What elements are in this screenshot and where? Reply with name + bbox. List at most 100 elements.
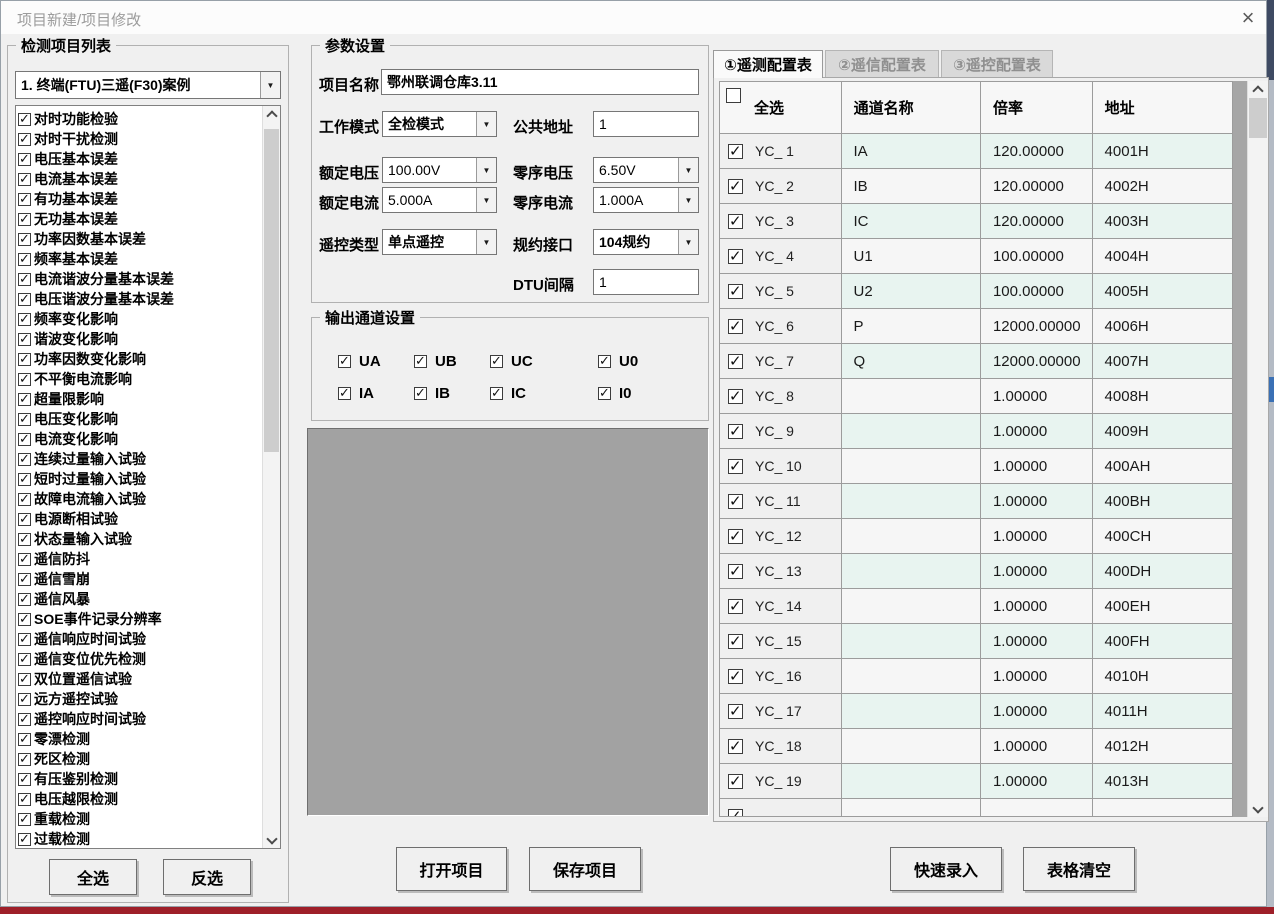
- row-select-cell[interactable]: YC_ 19: [720, 764, 842, 799]
- row-checkbox-icon[interactable]: [728, 809, 743, 817]
- list-item[interactable]: 有压鉴别检测: [18, 769, 262, 789]
- row-checkbox-icon[interactable]: [728, 284, 743, 299]
- channel-name-cell[interactable]: [842, 659, 981, 694]
- checkbox-checked-icon[interactable]: [338, 355, 351, 368]
- list-item[interactable]: 电流基本误差: [18, 169, 262, 189]
- ratio-cell[interactable]: 120.00000: [981, 169, 1093, 204]
- channel-name-cell[interactable]: [842, 764, 981, 799]
- channel-name-cell[interactable]: [842, 379, 981, 414]
- list-scrollbar-thumb[interactable]: [264, 129, 279, 452]
- address-cell[interactable]: 4007H: [1093, 344, 1232, 379]
- select-all-button[interactable]: 全选: [49, 859, 137, 895]
- ratio-cell[interactable]: 100.00000: [981, 274, 1093, 309]
- dropdown-arrow-icon[interactable]: [476, 112, 496, 136]
- scroll-down-icon[interactable]: [1248, 801, 1268, 817]
- ratio-cell[interactable]: 1.00000: [981, 414, 1093, 449]
- channel-name-cell[interactable]: [842, 729, 981, 764]
- row-checkbox-icon[interactable]: [728, 319, 743, 334]
- checkbox-checked-icon[interactable]: [18, 373, 31, 386]
- row-checkbox-icon[interactable]: [728, 599, 743, 614]
- checkbox-checked-icon[interactable]: [18, 833, 31, 846]
- checkbox-checked-icon[interactable]: [338, 387, 351, 400]
- ratio-cell[interactable]: 1.00000: [981, 449, 1093, 484]
- row-checkbox-icon[interactable]: [728, 704, 743, 719]
- checkbox-checked-icon[interactable]: [18, 233, 31, 246]
- ratio-cell[interactable]: 1.00000: [981, 379, 1093, 414]
- address-cell[interactable]: 4008H: [1093, 379, 1232, 414]
- channel-name-cell[interactable]: P: [842, 309, 981, 344]
- channel-name-cell[interactable]: [842, 414, 981, 449]
- checkbox-checked-icon[interactable]: [18, 333, 31, 346]
- channel-name-cell[interactable]: [842, 799, 981, 817]
- channel-checkbox-ub[interactable]: UB: [414, 353, 457, 369]
- address-cell[interactable]: 400FH: [1093, 624, 1232, 659]
- address-cell[interactable]: 4004H: [1093, 239, 1232, 274]
- row-select-cell[interactable]: YC_ 14: [720, 589, 842, 624]
- row-select-cell[interactable]: YC_ 8: [720, 379, 842, 414]
- address-cell[interactable]: 4001H: [1093, 134, 1232, 169]
- checkbox-checked-icon[interactable]: [490, 387, 503, 400]
- row-select-cell[interactable]: YC_ 12: [720, 519, 842, 554]
- checkbox-checked-icon[interactable]: [18, 193, 31, 206]
- checkbox-checked-icon[interactable]: [18, 253, 31, 266]
- row-select-cell[interactable]: YC_ 5: [720, 274, 842, 309]
- ratio-cell[interactable]: 1.00000: [981, 694, 1093, 729]
- title-bar[interactable]: 项目新建/项目修改: [1, 1, 1266, 34]
- list-item[interactable]: 遥信风暴: [18, 589, 262, 609]
- dropdown-arrow-icon[interactable]: [678, 158, 698, 182]
- list-item[interactable]: 功率因数变化影响: [18, 349, 262, 369]
- channel-name-cell[interactable]: U2: [842, 274, 981, 309]
- list-item[interactable]: 电源断相试验: [18, 509, 262, 529]
- channel-name-cell[interactable]: [842, 519, 981, 554]
- channel-name-cell[interactable]: [842, 694, 981, 729]
- row-checkbox-icon[interactable]: [728, 774, 743, 789]
- scroll-down-icon[interactable]: [263, 832, 280, 848]
- zero-seq-current-select[interactable]: 1.000A: [593, 187, 699, 213]
- list-item[interactable]: 电流谐波分量基本误差: [18, 269, 262, 289]
- row-checkbox-icon[interactable]: [728, 144, 743, 159]
- row-checkbox-icon[interactable]: [728, 459, 743, 474]
- address-cell[interactable]: [1093, 799, 1232, 817]
- channel-checkbox-i0[interactable]: I0: [598, 385, 632, 401]
- address-cell[interactable]: 4005H: [1093, 274, 1232, 309]
- rated-current-select[interactable]: 5.000A: [382, 187, 497, 213]
- checkbox-checked-icon[interactable]: [414, 355, 427, 368]
- ratio-cell[interactable]: [981, 799, 1093, 817]
- list-item[interactable]: 遥信变位优先检测: [18, 649, 262, 669]
- list-item[interactable]: 电压基本误差: [18, 149, 262, 169]
- ratio-cell[interactable]: 12000.00000: [981, 344, 1093, 379]
- checkbox-checked-icon[interactable]: [18, 633, 31, 646]
- list-item[interactable]: 遥信雪崩: [18, 569, 262, 589]
- dropdown-arrow-icon[interactable]: [476, 188, 496, 212]
- list-item[interactable]: 电压越限检测: [18, 789, 262, 809]
- address-cell[interactable]: 4010H: [1093, 659, 1232, 694]
- list-item[interactable]: 过载检测: [18, 829, 262, 849]
- row-checkbox-icon[interactable]: [728, 354, 743, 369]
- list-item[interactable]: 双位置遥信试验: [18, 669, 262, 689]
- checkbox-checked-icon[interactable]: [18, 513, 31, 526]
- checkbox-checked-icon[interactable]: [598, 387, 611, 400]
- common-address-input[interactable]: 1: [593, 111, 699, 137]
- work-mode-select[interactable]: 全检模式: [382, 111, 497, 137]
- row-select-cell[interactable]: YC_ 1: [720, 134, 842, 169]
- checkbox-checked-icon[interactable]: [18, 793, 31, 806]
- checkbox-checked-icon[interactable]: [18, 473, 31, 486]
- checkbox-checked-icon[interactable]: [18, 693, 31, 706]
- checkbox-checked-icon[interactable]: [18, 653, 31, 666]
- row-checkbox-icon[interactable]: [728, 529, 743, 544]
- row-select-cell[interactable]: YC_ 18: [720, 729, 842, 764]
- channel-name-cell[interactable]: U1: [842, 239, 981, 274]
- checkbox-checked-icon[interactable]: [18, 293, 31, 306]
- checkbox-checked-icon[interactable]: [18, 573, 31, 586]
- table-scrollbar[interactable]: [1247, 81, 1268, 817]
- channel-checkbox-uc[interactable]: UC: [490, 353, 533, 369]
- save-project-button[interactable]: 保存项目: [529, 847, 641, 891]
- list-item[interactable]: 电流变化影响: [18, 429, 262, 449]
- checkbox-checked-icon[interactable]: [18, 713, 31, 726]
- channel-checkbox-ia[interactable]: IA: [338, 385, 374, 401]
- checkbox-checked-icon[interactable]: [18, 133, 31, 146]
- list-item[interactable]: 超量限影响: [18, 389, 262, 409]
- row-checkbox-icon[interactable]: [728, 669, 743, 684]
- row-select-cell[interactable]: YC_ 6: [720, 309, 842, 344]
- ratio-cell[interactable]: 1.00000: [981, 729, 1093, 764]
